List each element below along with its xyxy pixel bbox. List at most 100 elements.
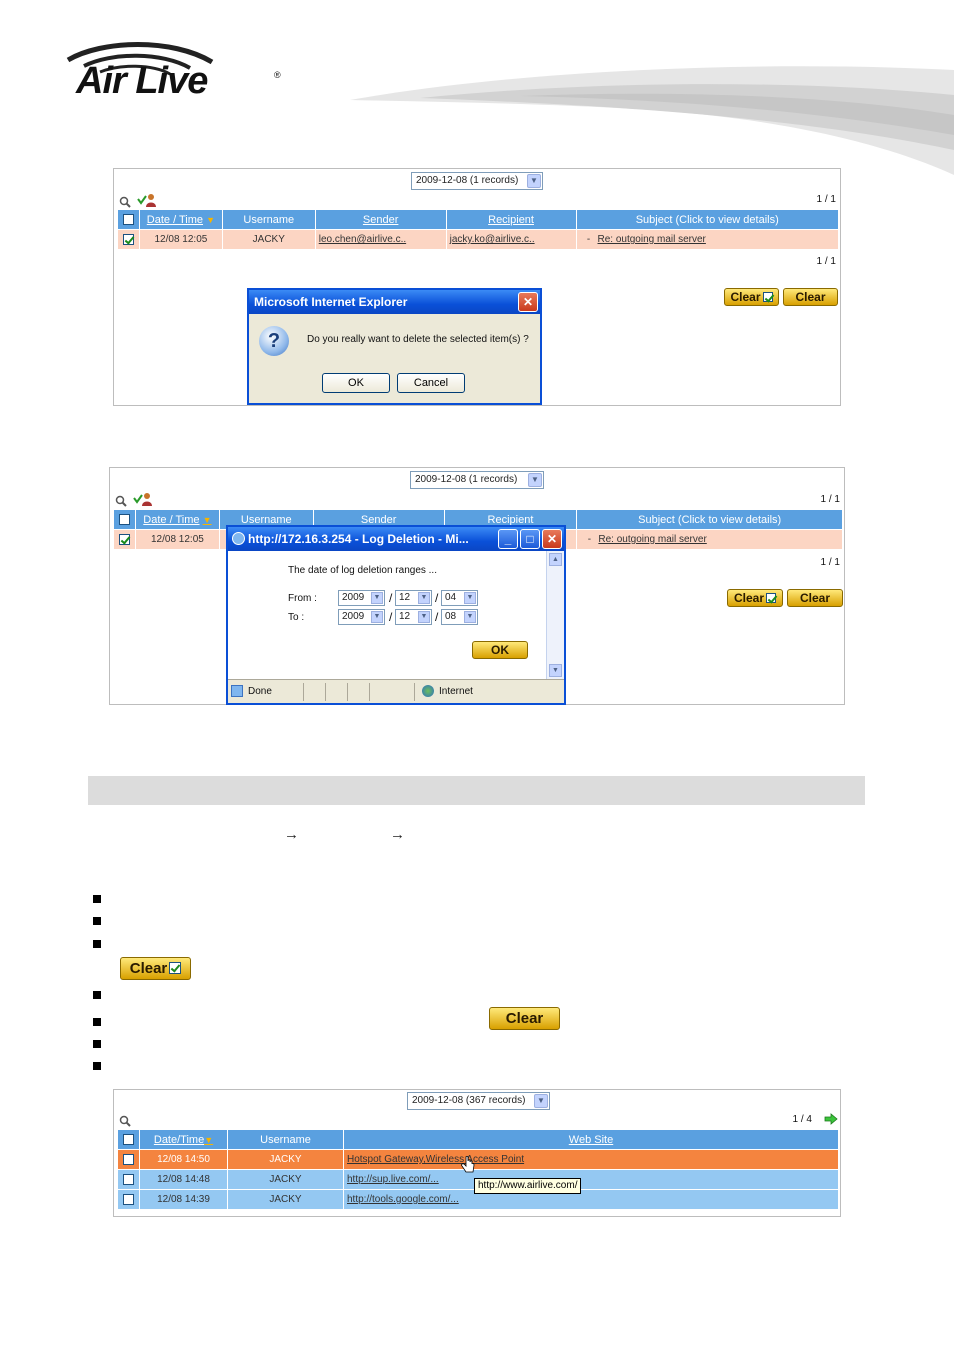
section-header-bar: [88, 776, 865, 805]
search-icon[interactable]: [115, 494, 127, 507]
search-icon[interactable]: [119, 1114, 131, 1127]
chevron-down-icon[interactable]: ▼: [464, 611, 476, 623]
col-subject: Subject (Click to view details): [576, 509, 843, 530]
col-datetime[interactable]: Date/Time▼: [139, 1129, 228, 1150]
window-titlebar: http://172.16.3.254 - Log Deletion - Mi.…: [228, 527, 564, 551]
cancel-button[interactable]: Cancel: [397, 373, 465, 393]
chevron-down-icon[interactable]: ▼: [371, 592, 383, 604]
sender-link[interactable]: leo.chen@airlive.c..: [319, 234, 406, 245]
table-row: 12/08 12:05 JACKY leo.chen@airlive.c.. j…: [117, 229, 839, 250]
row-username: JACKY: [227, 1149, 344, 1170]
col-username: Username: [227, 1129, 344, 1150]
recipient-link[interactable]: jacky.ko@airlive.c..: [450, 234, 535, 245]
col-username: Username: [221, 209, 316, 230]
clear-selected-button[interactable]: Clear: [724, 288, 779, 306]
mail-log-panel-2: 2009-12-08 (1 records) ▼ 1 / 1 Date / Tim…: [109, 467, 845, 705]
col-sender[interactable]: Sender: [314, 209, 447, 230]
tooltip: http://www.airlive.com/: [474, 1178, 582, 1194]
from-label: From :: [288, 593, 317, 604]
to-day-select[interactable]: 08 ▼: [441, 609, 478, 625]
sort-desc-icon: ▼: [202, 514, 212, 525]
maximize-icon[interactable]: □: [520, 529, 540, 549]
brand-name: Air Live: [76, 60, 208, 102]
status-bar: Done Internet: [228, 679, 564, 703]
row-checkbox[interactable]: [122, 233, 134, 245]
from-month-select[interactable]: 12 ▼: [395, 590, 432, 606]
ok-button[interactable]: OK: [322, 373, 390, 393]
row-datetime: 12/08 14:50: [139, 1149, 228, 1170]
chevron-down-icon[interactable]: ▼: [464, 592, 476, 604]
dialog-titlebar: Microsoft Internet Explorer ✕: [249, 290, 540, 314]
col-subject: Subject (Click to view details): [575, 209, 839, 230]
row-datetime: 12/08 14:48: [139, 1169, 228, 1190]
close-icon[interactable]: ✕: [542, 529, 562, 549]
select-all-checkbox[interactable]: [123, 1134, 134, 1146]
subject-link[interactable]: Re: outgoing mail server: [598, 234, 706, 245]
web-log-table: Date/Time▼ Username Web Site 12/08 14:50…: [117, 1129, 839, 1210]
status-zone: Internet: [439, 686, 473, 697]
chevron-down-icon[interactable]: ▼: [418, 592, 430, 604]
select-all-checkbox[interactable]: [122, 214, 134, 226]
list-bullet: [93, 895, 101, 903]
website-link[interactable]: http://sup.live.com/...: [347, 1174, 439, 1185]
subject-link[interactable]: Re: outgoing mail server: [598, 534, 706, 545]
chevron-down-icon[interactable]: ▼: [528, 473, 542, 487]
row-checkbox[interactable]: [123, 1153, 134, 1165]
scroll-up-icon[interactable]: ▲: [549, 553, 562, 566]
row-datetime: 12/08 12:05: [134, 529, 220, 550]
website-link[interactable]: http://tools.google.com/...: [347, 1194, 459, 1205]
next-page-arrow-icon[interactable]: [824, 1112, 838, 1125]
sort-desc-icon: ▼: [206, 214, 216, 225]
from-year-select[interactable]: 2009 ▼: [338, 590, 385, 606]
close-icon[interactable]: ✕: [518, 292, 538, 312]
select-all-header: [117, 1129, 140, 1150]
row-username: JACKY: [227, 1169, 344, 1190]
pager-top: 1 / 1: [816, 194, 836, 205]
website-link[interactable]: Hotspot Gateway,Wireless Access Point: [347, 1154, 524, 1165]
date-select[interactable]: 2009-12-08 (367 records) ▼: [407, 1092, 550, 1110]
search-icon[interactable]: [119, 195, 131, 208]
pager: 1 / 4: [792, 1114, 812, 1125]
inline-clear-button: Clear: [489, 1007, 560, 1030]
ok-button[interactable]: OK: [472, 641, 528, 659]
row-subject: - Re: outgoing mail server: [576, 529, 843, 550]
list-bullet: [93, 1018, 101, 1026]
to-month-select[interactable]: 12 ▼: [395, 609, 432, 625]
row-checkbox[interactable]: [123, 1173, 134, 1185]
row-datetime: 12/08 12:05: [138, 229, 223, 250]
to-year-select[interactable]: 2009 ▼: [338, 609, 385, 625]
col-datetime[interactable]: Date / Time ▼: [138, 209, 223, 230]
row-checkbox[interactable]: [123, 1193, 134, 1205]
chevron-down-icon[interactable]: ▼: [527, 174, 541, 188]
scrollbar[interactable]: ▲ ▼: [546, 551, 564, 679]
chevron-down-icon[interactable]: ▼: [534, 1094, 548, 1108]
col-datetime[interactable]: Date / Time ▼: [134, 509, 220, 530]
date-select[interactable]: 2009-12-08 (1 records) ▼: [410, 471, 544, 489]
registered-mark: ®: [274, 70, 281, 80]
clear-all-button[interactable]: Clear: [787, 589, 843, 607]
airlive-logo: Air Live ®: [62, 42, 292, 104]
pager-bottom: 1 / 1: [816, 256, 836, 267]
user-filter-icon[interactable]: [133, 492, 153, 506]
col-website[interactable]: Web Site: [343, 1129, 839, 1150]
web-log-panel: 2009-12-08 (367 records) ▼ 1 / 4 Date/Tim…: [113, 1089, 841, 1217]
col-recipient[interactable]: Recipient: [445, 209, 577, 230]
mail-log-table: Date / Time ▼ Username Sender Recipient …: [117, 209, 839, 250]
clear-selected-button[interactable]: Clear: [727, 589, 783, 607]
scroll-down-icon[interactable]: ▼: [549, 664, 562, 677]
ie-icon: [232, 532, 245, 545]
user-filter-icon[interactable]: [137, 193, 157, 207]
confirm-dialog: Microsoft Internet Explorer ✕ ? Do you r…: [247, 288, 542, 405]
row-checkbox-cell: [117, 229, 140, 250]
row-sender: leo.chen@airlive.c..: [314, 229, 447, 250]
chevron-down-icon[interactable]: ▼: [418, 611, 430, 623]
from-day-select[interactable]: 04 ▼: [441, 590, 478, 606]
select-all-checkbox[interactable]: [118, 514, 130, 526]
chevron-down-icon[interactable]: ▼: [371, 611, 383, 623]
minimize-icon[interactable]: _: [498, 529, 518, 549]
date-select[interactable]: 2009-12-08 (1 records) ▼: [411, 172, 543, 190]
clear-all-button[interactable]: Clear: [783, 288, 838, 306]
path-arrow: →: [284, 826, 299, 843]
row-checkbox[interactable]: [118, 533, 130, 545]
path-arrow: →: [390, 826, 405, 843]
